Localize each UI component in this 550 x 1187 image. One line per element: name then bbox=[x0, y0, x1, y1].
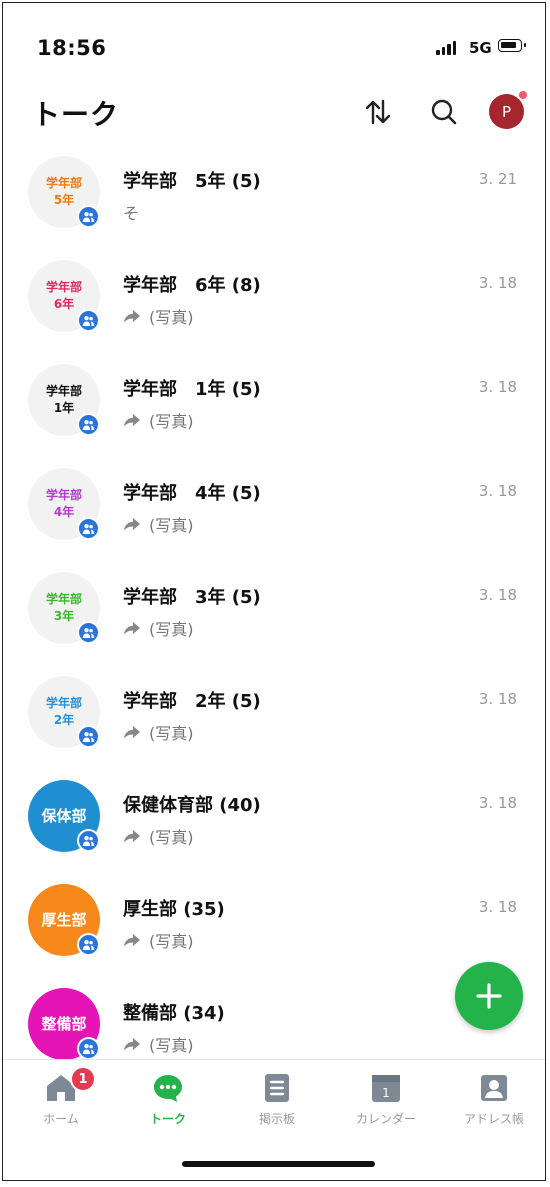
chat-preview: (写真) bbox=[123, 1032, 194, 1056]
group-badge-icon bbox=[77, 829, 100, 852]
group-badge-icon bbox=[77, 621, 100, 644]
chat-name: 学年部 5年 (5) bbox=[123, 171, 261, 192]
forward-icon bbox=[124, 934, 140, 947]
tab-calendar[interactable]: 1 カレンダー bbox=[331, 1070, 441, 1127]
search-button[interactable] bbox=[427, 95, 461, 129]
profile-initial: P bbox=[501, 102, 512, 121]
home-badge: 1 bbox=[70, 1066, 96, 1092]
chat-date: 3. 18 bbox=[478, 586, 517, 604]
chat-row[interactable]: 厚生部 厚生部 (35) (写真) 3. 18 bbox=[3, 871, 545, 975]
chat-row[interactable]: 学年部 3年 学年部 3年 (5) (写真) 3. 18 bbox=[3, 559, 545, 663]
profile-avatar[interactable]: P bbox=[489, 91, 527, 129]
chat-row[interactable]: 学年部 6年 学年部 6年 (8) (写真) 3. 18 bbox=[3, 247, 545, 351]
chat-name: 学年部 3年 (5) bbox=[123, 587, 261, 608]
chat-name: 厚生部 (35) bbox=[123, 899, 225, 920]
tab-label: トーク bbox=[149, 1112, 186, 1126]
chat-row[interactable]: 学年部 2年 学年部 2年 (5) (写真) 3. 18 bbox=[3, 663, 545, 767]
tab-address-book[interactable]: アドレス帳 bbox=[439, 1070, 545, 1127]
chat-row[interactable]: 保体部 保健体育部 (40) (写真) 3. 18 bbox=[3, 767, 545, 871]
forward-icon bbox=[124, 518, 140, 531]
page-title: トーク bbox=[32, 98, 120, 131]
battery-icon bbox=[498, 39, 526, 52]
address-book-icon bbox=[481, 1075, 507, 1101]
status-bar: 18:56 5G bbox=[3, 3, 545, 83]
chat-row[interactable]: 学年部 5年 学年部 5年 (5) そ 3. 21 bbox=[3, 143, 545, 247]
tab-talk[interactable]: トーク bbox=[113, 1070, 223, 1127]
sort-button[interactable] bbox=[361, 95, 395, 129]
chat-row[interactable]: 学年部 4年 学年部 4年 (5) (写真) 3. 18 bbox=[3, 455, 545, 559]
group-badge-icon bbox=[77, 1037, 100, 1059]
forward-icon bbox=[124, 622, 140, 635]
forward-icon bbox=[124, 310, 140, 323]
notification-dot bbox=[519, 91, 527, 99]
group-badge-icon bbox=[77, 309, 100, 332]
new-chat-button[interactable] bbox=[455, 962, 523, 1030]
group-badge-icon bbox=[77, 725, 100, 748]
plus-icon bbox=[476, 983, 502, 1009]
group-badge-icon bbox=[77, 205, 100, 228]
calendar-day: 1 bbox=[382, 1086, 390, 1100]
chat-preview: (写真) bbox=[123, 720, 194, 744]
chat-preview: (写真) bbox=[123, 304, 194, 328]
forward-icon bbox=[124, 726, 140, 739]
chat-date: 3. 21 bbox=[478, 170, 517, 188]
chat-name: 保健体育部 (40) bbox=[123, 795, 261, 816]
tab-board[interactable]: 掲示板 bbox=[222, 1070, 332, 1127]
tab-label: カレンダー bbox=[355, 1112, 416, 1126]
chat-preview: (写真) bbox=[123, 824, 194, 848]
forward-icon bbox=[124, 414, 140, 427]
forward-icon bbox=[124, 1038, 140, 1051]
chat-date: 3. 18 bbox=[478, 794, 517, 812]
chat-name: 学年部 4年 (5) bbox=[123, 483, 261, 504]
calendar-icon: 1 bbox=[372, 1075, 400, 1102]
chat-date: 3. 18 bbox=[478, 898, 517, 916]
chat-name: 整備部 (34) bbox=[123, 1003, 225, 1024]
signal-icon bbox=[436, 41, 456, 55]
group-badge-icon bbox=[77, 517, 100, 540]
chat-preview: (写真) bbox=[123, 408, 194, 432]
app-screen: 18:56 5G トーク P 学年部 5年 学年部 5年 (5) そ 3. 21… bbox=[2, 2, 546, 1181]
chat-preview: (写真) bbox=[123, 928, 194, 952]
status-time: 18:56 bbox=[37, 36, 107, 60]
tab-home[interactable]: 1 ホーム bbox=[6, 1066, 116, 1127]
chat-date: 3. 18 bbox=[478, 690, 517, 708]
chat-name: 学年部 1年 (5) bbox=[123, 379, 261, 400]
chat-date: 3. 18 bbox=[478, 378, 517, 396]
chat-date: 3. 18 bbox=[478, 482, 517, 500]
network-label: 5G bbox=[469, 39, 492, 57]
chat-list: 学年部 5年 学年部 5年 (5) そ 3. 21 学年部 6年 学年部 6年 … bbox=[3, 143, 545, 1059]
chat-date: 3. 18 bbox=[478, 274, 517, 292]
forward-icon bbox=[124, 830, 140, 843]
tab-label: ホーム bbox=[43, 1112, 79, 1126]
chat-icon bbox=[154, 1075, 182, 1102]
chat-row[interactable]: 学年部 1年 学年部 1年 (5) (写真) 3. 18 bbox=[3, 351, 545, 455]
group-badge-icon bbox=[77, 413, 100, 436]
tab-label: 掲示板 bbox=[258, 1112, 295, 1126]
search-icon bbox=[431, 99, 457, 125]
chat-preview: そ bbox=[123, 204, 140, 223]
board-icon bbox=[265, 1074, 289, 1102]
home-indicator[interactable] bbox=[182, 1161, 375, 1167]
chat-name: 学年部 6年 (8) bbox=[123, 275, 261, 296]
chat-name: 学年部 2年 (5) bbox=[123, 691, 261, 712]
sort-icon bbox=[365, 99, 391, 125]
chat-preview: (写真) bbox=[123, 512, 194, 536]
chat-preview: (写真) bbox=[123, 616, 194, 640]
group-badge-icon bbox=[77, 933, 100, 956]
tab-label: アドレス帳 bbox=[463, 1112, 524, 1126]
